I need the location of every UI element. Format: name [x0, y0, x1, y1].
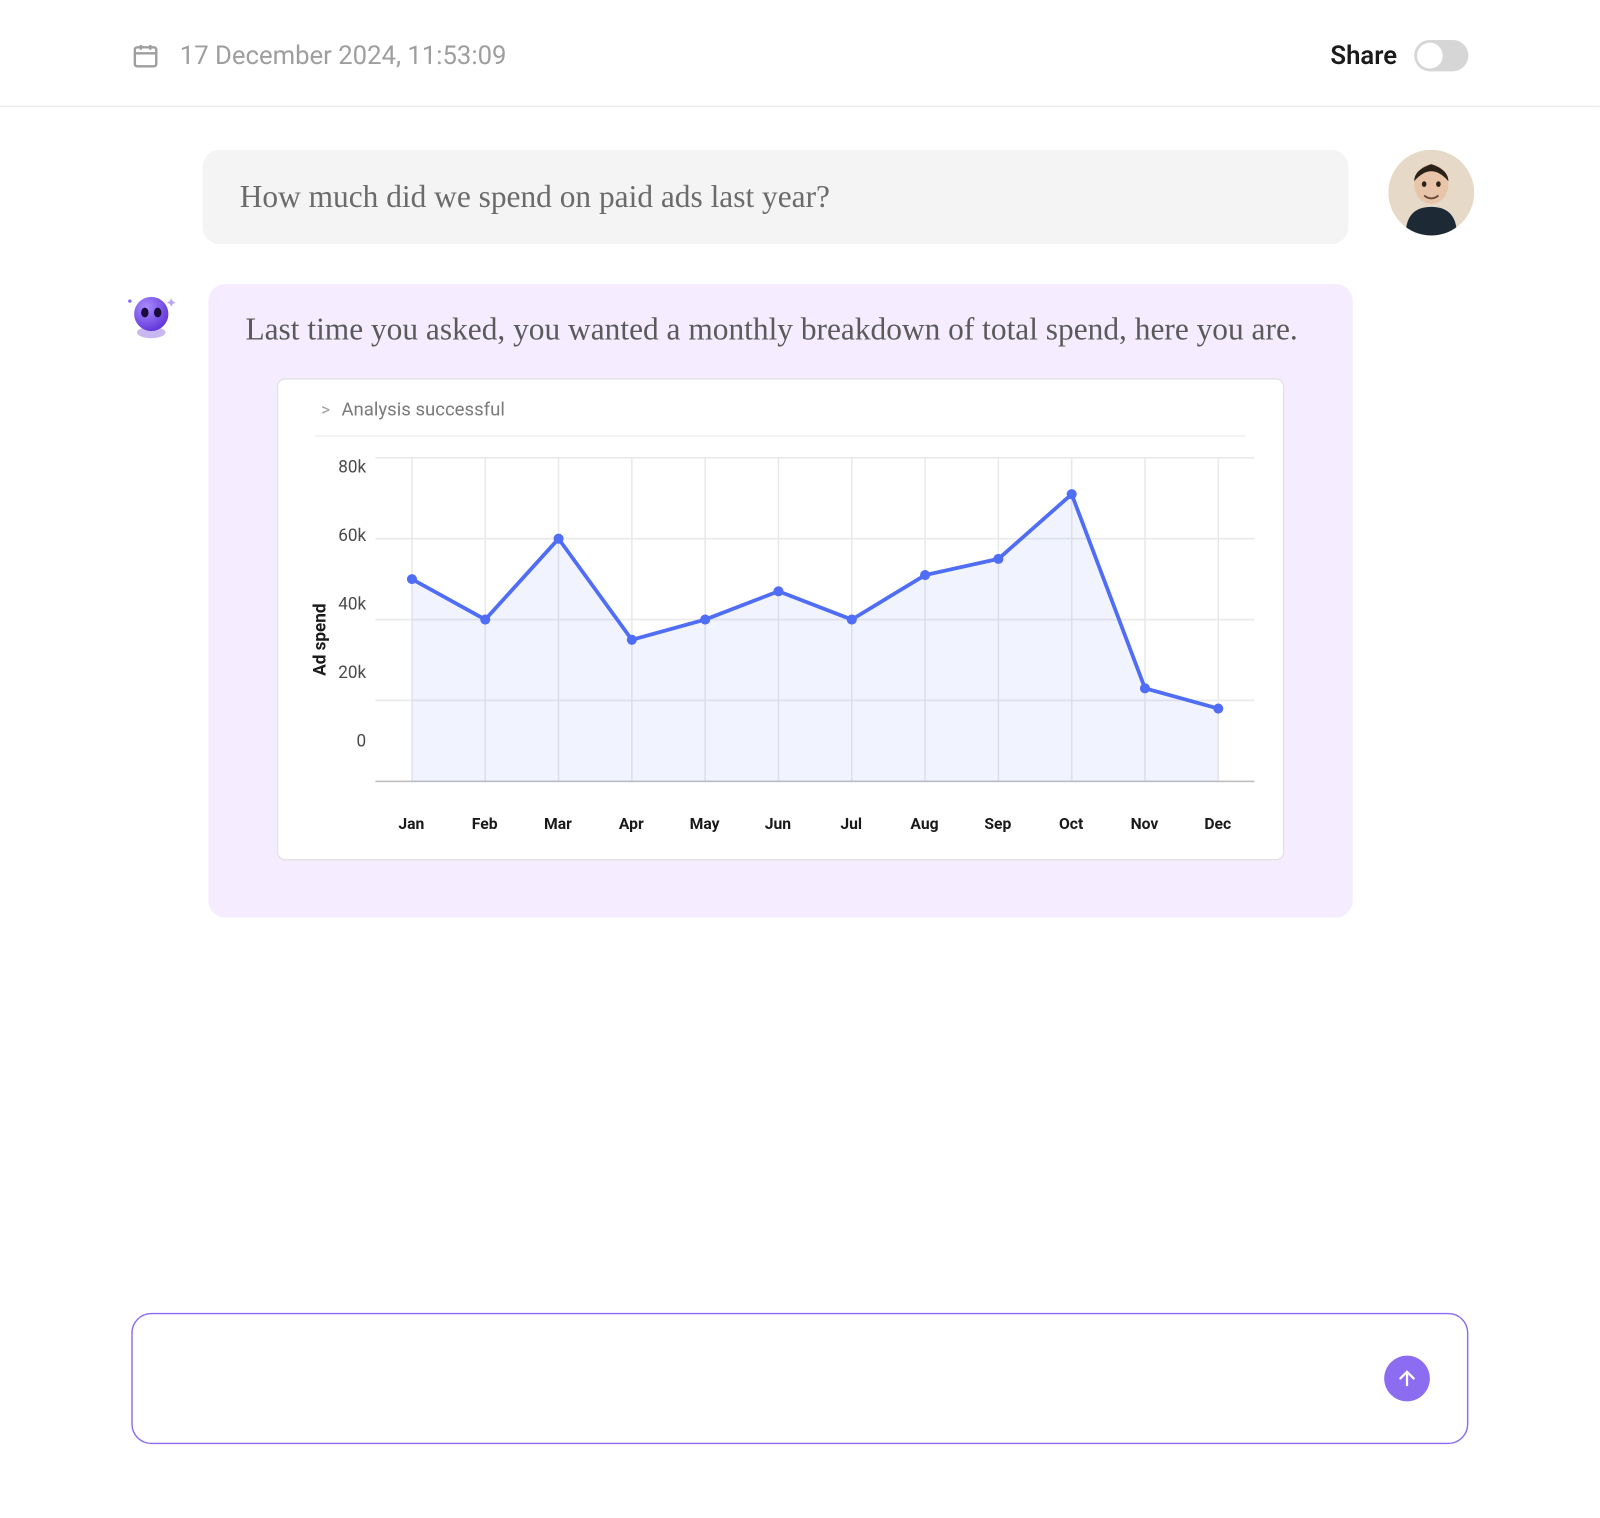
share-label: Share [1330, 41, 1397, 71]
ai-avatar-icon [126, 290, 177, 341]
ytick: 60k [338, 525, 366, 545]
chart-ylabel: Ad spend [307, 445, 333, 834]
session-timestamp: 17 December 2024, 11:53:09 [180, 41, 507, 71]
chart-status-row[interactable]: > Analysis successful [315, 399, 1245, 436]
ytick: 80k [338, 456, 366, 476]
message-input[interactable] [170, 1363, 1362, 1393]
arrow-up-icon [1396, 1367, 1419, 1390]
xtick: Aug [888, 815, 961, 834]
share-toggle-knob [1417, 43, 1443, 69]
chart-card: > Analysis successful Ad spend 80k 60k 4… [277, 378, 1284, 861]
chart-plot-area: Ad spend 80k 60k 40k 20k 0 [307, 445, 1255, 834]
xtick: Apr [595, 815, 668, 834]
xtick: Jan [375, 815, 448, 834]
header-meta: 17 December 2024, 11:53:09 [131, 41, 506, 71]
page-header: 17 December 2024, 11:53:09 Share [0, 0, 1600, 107]
ytick: 0 [357, 730, 367, 750]
xtick: Oct [1035, 815, 1108, 834]
xtick: Jun [741, 815, 814, 834]
ai-message-text: Last time you asked, you wanted a monthl… [245, 307, 1315, 353]
chart-xaxis: Jan Feb Mar Apr May Jun Jul Aug Sep Oct [375, 815, 1255, 834]
user-avatar[interactable] [1388, 150, 1474, 236]
user-message-text: How much did we spend on paid ads last y… [240, 178, 830, 214]
ai-message-row: Last time you asked, you wanted a monthl… [126, 284, 1475, 918]
xtick: Dec [1181, 815, 1254, 834]
xtick: May [668, 815, 741, 834]
share-control: Share [1330, 40, 1468, 71]
xtick: Nov [1108, 815, 1181, 834]
avatar-illustration [1388, 150, 1474, 236]
message-input-bar[interactable] [131, 1313, 1468, 1444]
xtick: Feb [448, 815, 521, 834]
ytick: 20k [338, 662, 366, 682]
xtick: Jul [815, 815, 888, 834]
xtick: Sep [961, 815, 1034, 834]
ytick: 40k [338, 593, 366, 613]
chart-yaxis: 80k 60k 40k 20k 0 [332, 445, 374, 779]
user-message-row: How much did we spend on paid ads last y… [203, 150, 1474, 244]
user-message-bubble: How much did we spend on paid ads last y… [203, 150, 1349, 244]
chevron-right-icon: > [321, 400, 330, 420]
chart-status-text: Analysis successful [341, 399, 504, 420]
calendar-icon [131, 41, 160, 70]
chart-plot [375, 445, 1255, 813]
share-toggle[interactable] [1414, 40, 1468, 71]
ai-message-bubble: Last time you asked, you wanted a monthl… [208, 284, 1352, 918]
send-button[interactable] [1384, 1356, 1430, 1402]
xtick: Mar [521, 815, 594, 834]
